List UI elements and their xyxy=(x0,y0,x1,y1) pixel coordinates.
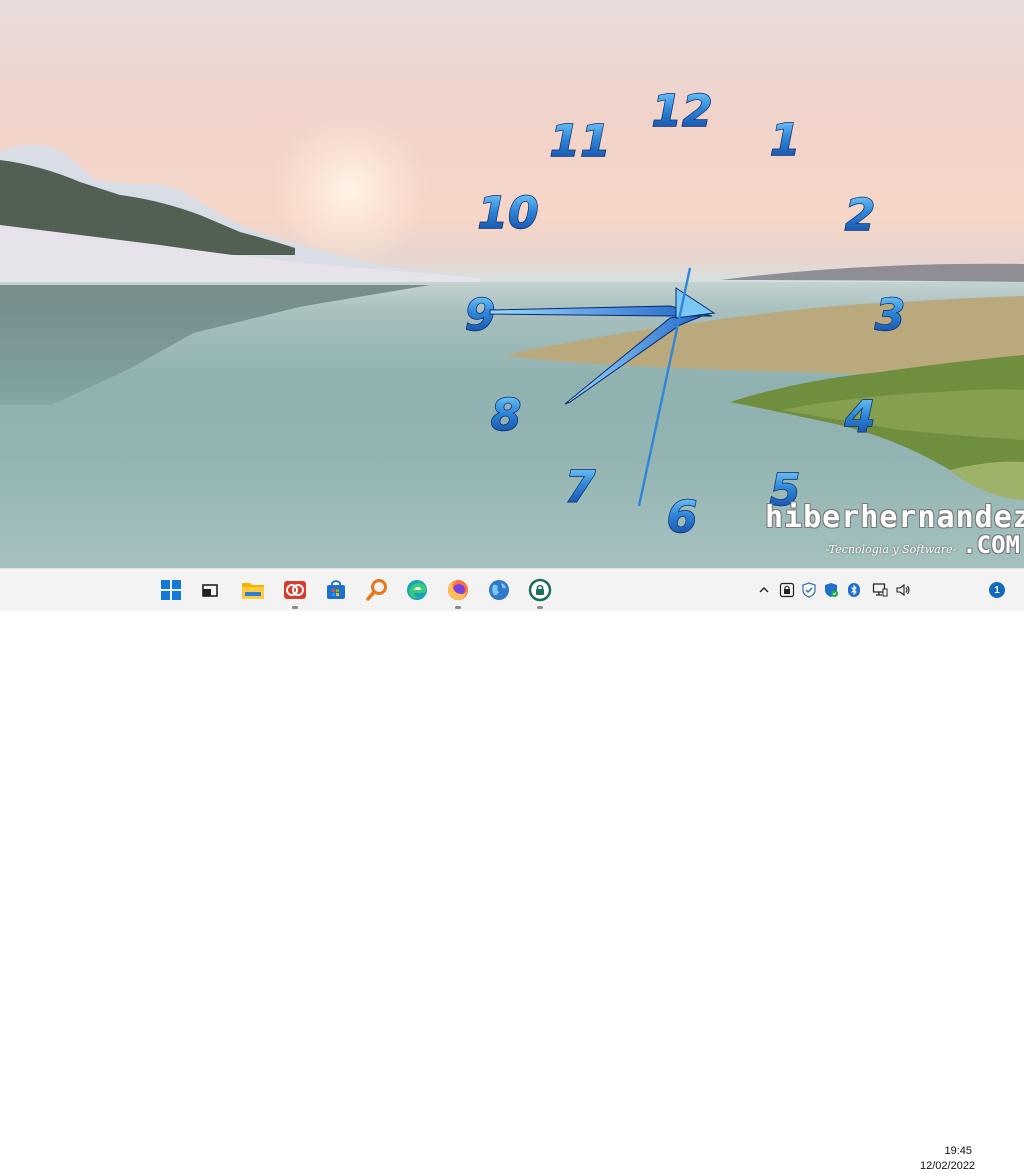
task-view-button[interactable] xyxy=(197,577,223,603)
clock-numeral-9: 9 xyxy=(465,290,496,341)
tray-shield-app[interactable] xyxy=(800,581,818,599)
clock-numeral-10: 10 xyxy=(477,188,538,239)
bluetooth-icon xyxy=(848,583,860,597)
tray-lock-app[interactable] xyxy=(778,581,796,599)
taskbar: 19:45 12/02/2022 xyxy=(0,568,1024,1172)
tray-bluetooth[interactable] xyxy=(845,581,863,599)
windows-logo-icon xyxy=(161,580,181,600)
file-explorer-button[interactable] xyxy=(240,577,266,603)
taskbar-time: 19:45 xyxy=(944,1145,972,1157)
store-button[interactable] xyxy=(323,577,349,603)
analog-clock-gadget[interactable]: 12 1 2 3 4 5 6 7 8 9 10 11 xyxy=(440,60,930,550)
search-app-button[interactable] xyxy=(364,577,390,603)
clock-hour-hand xyxy=(564,311,713,405)
running-indicator xyxy=(537,606,543,609)
watermark-title: hiberhernandez xyxy=(765,500,1024,535)
clock-numeral-4: 4 xyxy=(844,392,876,443)
defender-icon xyxy=(825,583,838,597)
watermark: hiberhernandez -Tecnologia y Software- .… xyxy=(765,500,1024,559)
clock-numeral-6: 6 xyxy=(667,492,698,543)
running-indicator xyxy=(455,606,461,609)
globe-app-button[interactable] xyxy=(486,577,512,603)
chevron-up-icon xyxy=(759,587,769,593)
desktop-wallpaper: 12 1 2 3 4 5 6 7 8 9 10 11 hiberhernande… xyxy=(0,0,1024,568)
speaker-icon xyxy=(896,583,910,597)
notification-badge[interactable]: 1 xyxy=(989,582,1005,598)
edge-button[interactable] xyxy=(404,577,430,603)
clock-numeral-7: 7 xyxy=(565,462,596,513)
taskbar-date: 12/02/2022 xyxy=(920,1160,976,1172)
firefox-icon xyxy=(448,580,468,600)
tray-volume[interactable] xyxy=(894,581,912,599)
clock-numeral-3: 3 xyxy=(875,290,906,341)
tray-defender[interactable] xyxy=(822,581,840,599)
network-icon xyxy=(872,583,888,597)
edge-icon xyxy=(407,580,427,600)
clock-numeral-8: 8 xyxy=(491,390,522,441)
watermark-subtitle: -Tecnologia y Software- xyxy=(825,543,957,556)
clock-numeral-11: 11 xyxy=(549,116,610,167)
red-reader-icon xyxy=(284,581,306,599)
running-indicator xyxy=(292,606,298,609)
globe-icon xyxy=(489,580,509,600)
store-bag-icon xyxy=(327,580,345,599)
watermark-domain: .COM xyxy=(962,531,1020,559)
start-button[interactable] xyxy=(158,577,184,603)
clock-second-hand xyxy=(637,267,692,507)
clock-numeral-12: 12 xyxy=(651,86,712,137)
show-hidden-icons-button[interactable] xyxy=(755,581,773,599)
lock-circle-icon xyxy=(528,578,552,602)
lock-app-button[interactable] xyxy=(527,577,553,609)
clock-numeral-2: 2 xyxy=(845,190,876,241)
taskbar-clock[interactable]: 19:45 12/02/2022 xyxy=(920,1144,976,1174)
clock-numeral-1: 1 xyxy=(770,115,801,166)
reader-app-button[interactable] xyxy=(282,577,308,609)
magnifier-icon xyxy=(366,579,387,601)
tray-network[interactable] xyxy=(871,581,889,599)
task-view-icon xyxy=(202,584,218,597)
folder-icon xyxy=(242,583,264,599)
shield-check-icon xyxy=(802,582,816,598)
firefox-button[interactable] xyxy=(445,577,471,609)
lock-icon xyxy=(779,582,795,598)
